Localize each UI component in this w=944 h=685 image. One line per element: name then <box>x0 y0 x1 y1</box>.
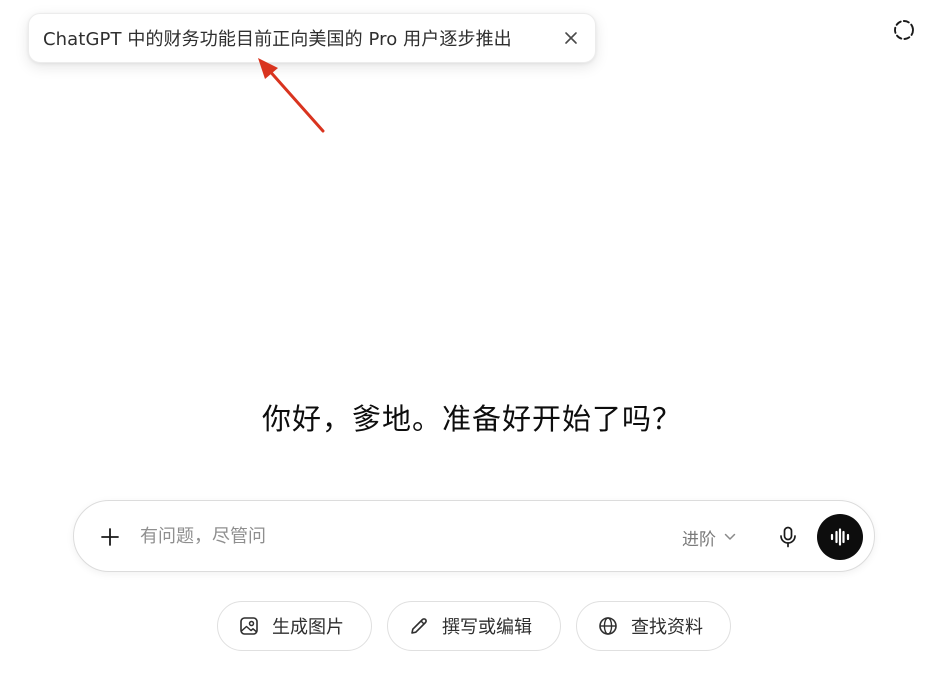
dashed-circle-icon[interactable] <box>891 17 917 43</box>
annotation-arrow-icon <box>258 58 325 133</box>
generate-image-button[interactable]: 生成图片 <box>217 601 372 651</box>
plus-icon[interactable] <box>96 523 124 551</box>
microphone-icon[interactable] <box>774 523 802 551</box>
pencil-icon <box>408 615 430 637</box>
chevron-down-icon <box>724 533 736 541</box>
find-info-label: 查找资料 <box>631 617 703 638</box>
voice-mode-button[interactable] <box>817 514 863 560</box>
generate-image-label: 生成图片 <box>272 617 344 638</box>
chat-home-page: ChatGPT 中的财务功能目前正向美国的 Pro 用户逐步推出 你好，爹地。准… <box>0 0 944 685</box>
close-icon[interactable] <box>561 28 581 48</box>
greeting-heading: 你好，爹地。准备好开始了吗？ <box>261 402 682 436</box>
image-icon <box>238 615 260 637</box>
voice-waveform-icon <box>830 528 850 546</box>
model-selector-label: 进阶 <box>682 529 716 550</box>
message-composer: 进阶 <box>73 500 875 572</box>
find-info-button[interactable]: 查找资料 <box>576 601 731 651</box>
message-input[interactable] <box>140 519 660 553</box>
toast-message: ChatGPT 中的财务功能目前正向美国的 Pro 用户逐步推出 <box>43 29 512 50</box>
write-or-edit-button[interactable]: 撰写或编辑 <box>387 601 561 651</box>
write-or-edit-label: 撰写或编辑 <box>442 617 532 638</box>
model-selector[interactable]: 进阶 <box>682 523 736 551</box>
globe-icon <box>597 615 619 637</box>
